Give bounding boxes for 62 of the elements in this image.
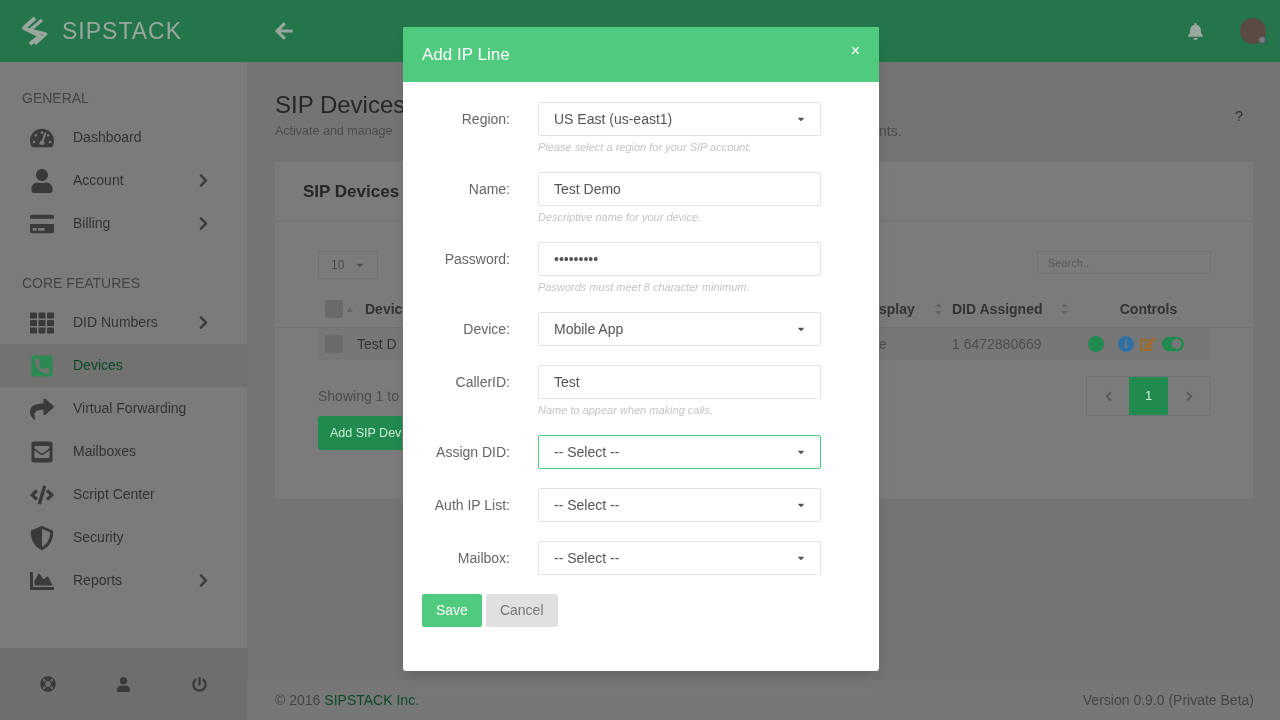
notification-bell-icon[interactable] [1187,22,1204,40]
close-button[interactable]: × [850,39,860,63]
select-field[interactable]: -- Select -- [538,435,821,469]
select-field[interactable]: Mobile App [538,312,821,346]
field-hint: Name to appear when making calls. [538,403,714,417]
add-device-button[interactable]: Add SIP Dev [318,416,403,450]
field-label: Name: [467,180,510,199]
section-heading: CORE FEATURES [21,274,141,293]
sidebar-item[interactable]: DID Numbers [0,301,247,344]
sidebar-item[interactable]: Virtual Forwarding [0,387,247,430]
field-label: Assign DID: [435,443,510,462]
field-hint: Descriptive name for your device. [538,210,703,224]
help-button[interactable]: ? [1234,105,1243,128]
column-header: Controls [1119,299,1178,319]
user-icon[interactable] [116,676,132,692]
cancel-button[interactable]: Cancel [485,594,558,627]
sidebar-item[interactable]: Mailboxes [0,430,247,473]
sidebar-item[interactable]: Dashboard [0,116,247,159]
input-field[interactable]: Test Demo [538,172,821,206]
select-field[interactable]: -- Select -- [538,541,821,575]
forward-arrow-icon [30,396,56,421]
field-label: Mailbox: [456,549,510,568]
envelope-icon [30,439,56,464]
input-field[interactable]: Test [538,365,821,399]
help-lifebuoy-icon[interactable] [40,676,57,692]
field-hint: Paswords must meet 8 character minimum. [538,280,751,294]
logo-icon [20,16,50,46]
brand-name: SIPSTACK [62,16,183,46]
user-icon [30,168,56,193]
field-label: CallerID: [454,373,510,392]
input-field[interactable]: ••••••••• [538,242,821,276]
select-field[interactable]: -- Select -- [538,488,821,522]
sidebar-item[interactable]: Devices [0,344,247,387]
power-icon[interactable] [191,676,207,692]
table-cell-text: Test D [357,334,397,354]
column-header: DID Assigned [952,299,1043,319]
sidebar-item[interactable]: Security [0,516,247,559]
sidebar-item[interactable]: Account [0,159,247,202]
field-label: Auth IP List: [433,496,510,515]
save-button[interactable]: Save [422,594,482,627]
edit-icon[interactable] [1140,336,1156,352]
field-hint: Please select a region for your SIP account. [538,140,753,154]
column-header: Devic [365,299,403,319]
company-link[interactable]: SIPSTACK Inc. [324,689,420,711]
sidebar-item[interactable]: Script Center [0,473,247,516]
dialog-title: Add IP Line [422,43,510,66]
back-button[interactable] [274,21,294,41]
sidebar-item[interactable]: Billing [0,202,247,245]
grid-icon [30,310,56,335]
column-header: splay [879,299,915,319]
phone-icon [30,353,56,378]
page-button[interactable]: 1 [1129,377,1168,415]
field-label: Password: [443,250,510,269]
field-label: Region: [460,110,510,129]
shield-icon [30,525,56,550]
card-title: SIP Devices [303,180,400,203]
sidebar-item[interactable]: Reports [0,559,247,602]
info-icon[interactable] [1118,336,1134,352]
select-field[interactable]: US East (us-east1) [538,102,821,136]
avatar[interactable] [1240,18,1266,44]
code-icon [30,482,56,507]
field-label: Device: [462,320,510,339]
